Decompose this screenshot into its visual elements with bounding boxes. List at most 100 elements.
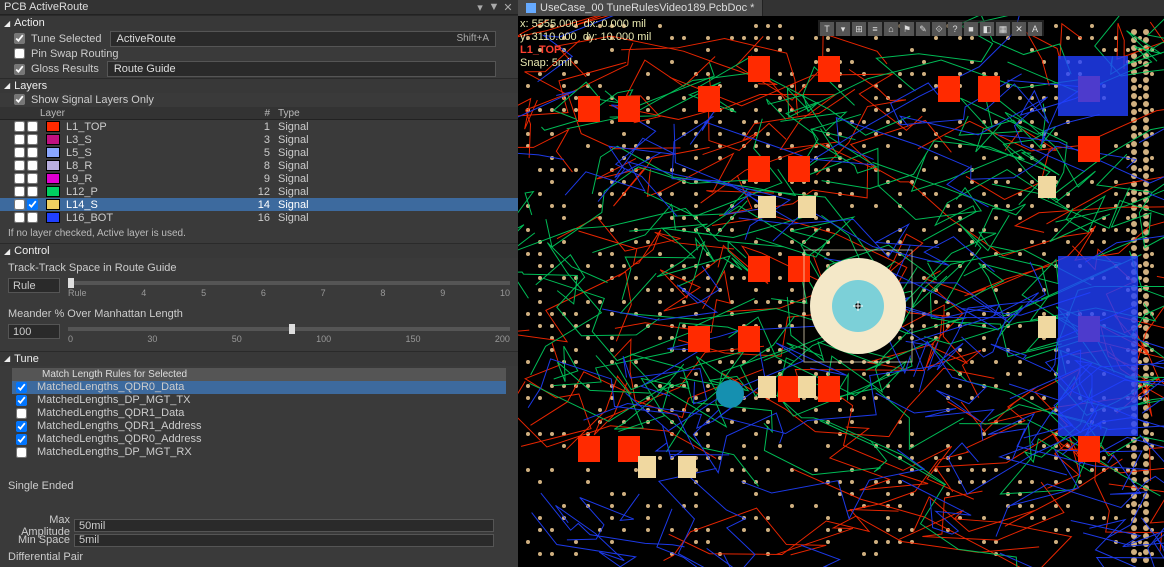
meander-value[interactable]: 100 <box>8 324 60 339</box>
layer-visible-checkbox[interactable] <box>14 121 25 132</box>
layer-color-swatch[interactable] <box>46 186 60 197</box>
layer-row[interactable]: L14_S14Signal <box>0 198 518 211</box>
layer-visible-checkbox[interactable] <box>14 147 25 158</box>
toolbar-button[interactable]: ■ <box>964 22 978 36</box>
tune-rule-row[interactable]: MatchedLengths_QDR0_Data <box>12 381 506 394</box>
toolbar-button[interactable]: ⊞ <box>852 22 866 36</box>
tune-rule-row[interactable]: MatchedLengths_QDR1_Address <box>12 420 506 433</box>
track-space-slider[interactable]: Rule45678910 <box>68 278 510 298</box>
tune-rule-name: MatchedLengths_DP_MGT_RX <box>37 446 192 458</box>
toolbar-button[interactable]: ◧ <box>980 22 994 36</box>
toolbar-button[interactable]: ⌂ <box>884 22 898 36</box>
toolbar-button[interactable]: A <box>1028 22 1042 36</box>
section-action-label: Action <box>14 17 45 29</box>
tune-rule-row[interactable]: MatchedLengths_QDR1_Data <box>12 407 506 420</box>
close-icon[interactable]: ✕ <box>502 1 514 13</box>
view-toolbar: T▾⊞≡⌂⚑✎⟐?■◧▦✕A <box>818 20 1044 36</box>
layer-visible-checkbox[interactable] <box>14 186 25 197</box>
toolbar-button[interactable]: ≡ <box>868 22 882 36</box>
document-tab[interactable]: UseCase_00 TuneRulesVideo189.PcbDoc * <box>518 0 763 16</box>
pin-swap-row: Pin Swap Routing <box>0 47 518 61</box>
min-space-input[interactable]: 5mil <box>74 534 494 547</box>
route-guide-combo[interactable]: Route Guide <box>107 61 496 77</box>
tune-selected-checkbox[interactable] <box>14 33 25 44</box>
layer-visible-checkbox[interactable] <box>14 212 25 223</box>
max-amplitude-input[interactable]: 50mil <box>74 519 494 532</box>
layer-visible-checkbox[interactable] <box>14 134 25 145</box>
toolbar-button[interactable]: ⚑ <box>900 22 914 36</box>
tune-rule-name: MatchedLengths_QDR0_Data <box>37 381 184 393</box>
toolbar-button[interactable]: ⟐ <box>932 22 946 36</box>
dropdown-icon[interactable]: ▼ <box>488 1 500 13</box>
toolbar-button[interactable]: ? <box>948 22 962 36</box>
document-icon <box>526 3 536 13</box>
tune-rule-checkbox[interactable] <box>16 421 27 432</box>
col-type: Type <box>278 108 518 119</box>
toolbar-button[interactable]: ✕ <box>1012 22 1026 36</box>
tune-rule-checkbox[interactable] <box>16 382 27 393</box>
layer-row[interactable]: L9_R9Signal <box>0 172 518 185</box>
section-tune-label: Tune <box>14 353 39 365</box>
route-guide-text: Route Guide <box>114 63 176 75</box>
col-num: # <box>248 108 278 119</box>
layer-select-checkbox[interactable] <box>27 134 38 145</box>
toolbar-button[interactable]: ▾ <box>836 22 850 36</box>
layer-type: Signal <box>278 147 518 159</box>
layer-color-swatch[interactable] <box>46 199 60 210</box>
tune-rule-checkbox[interactable] <box>16 395 27 406</box>
section-control[interactable]: ◢ Control <box>0 243 518 258</box>
layer-row[interactable]: L16_BOT16Signal <box>0 211 518 224</box>
layers-table-body: L1_TOP1SignalL3_S3SignalL5_S5SignalL8_R8… <box>0 120 518 224</box>
layer-row[interactable]: L8_R8Signal <box>0 159 518 172</box>
toolbar-button[interactable]: T <box>820 22 834 36</box>
layer-visible-checkbox[interactable] <box>14 160 25 171</box>
layer-name: L16_BOT <box>66 212 248 224</box>
track-space-value[interactable]: Rule <box>8 278 60 293</box>
tune-rule-row[interactable]: MatchedLengths_QDR0_Address <box>12 433 506 446</box>
tune-rule-checkbox[interactable] <box>16 447 27 458</box>
layer-select-checkbox[interactable] <box>27 186 38 197</box>
layer-color-swatch[interactable] <box>46 147 60 158</box>
section-control-label: Control <box>14 245 49 257</box>
toolbar-button[interactable]: ▦ <box>996 22 1010 36</box>
pcb-canvas[interactable] <box>518 16 1164 567</box>
tune-rule-checkbox[interactable] <box>16 408 27 419</box>
layer-row[interactable]: L5_S5Signal <box>0 146 518 159</box>
action-command-combo[interactable]: ActiveRoute Shift+A <box>110 31 496 47</box>
layer-select-checkbox[interactable] <box>27 212 38 223</box>
pin-icon[interactable]: ▾ <box>474 1 486 13</box>
section-tune[interactable]: ◢ Tune <box>0 351 518 366</box>
toolbar-button[interactable]: ✎ <box>916 22 930 36</box>
layer-visible-checkbox[interactable] <box>14 199 25 210</box>
meander-slider[interactable]: 03050100150200 <box>68 324 510 344</box>
single-ended-label: Single Ended <box>0 476 518 496</box>
layer-select-checkbox[interactable] <box>27 173 38 184</box>
section-layers[interactable]: ◢ Layers <box>0 78 518 93</box>
tune-rule-row[interactable]: MatchedLengths_DP_MGT_RX <box>12 446 506 459</box>
layer-visible-checkbox[interactable] <box>14 173 25 184</box>
layer-color-swatch[interactable] <box>46 160 60 171</box>
gloss-results-row: Gloss Results Route Guide <box>0 61 518 78</box>
layer-name: L14_S <box>66 199 248 211</box>
layer-select-checkbox[interactable] <box>27 160 38 171</box>
layer-row[interactable]: L1_TOP1Signal <box>0 120 518 133</box>
layer-color-swatch[interactable] <box>46 173 60 184</box>
min-space-label: Min Space <box>0 534 70 546</box>
section-action[interactable]: ◢ Action <box>0 15 518 30</box>
layer-select-checkbox[interactable] <box>27 121 38 132</box>
layer-type: Signal <box>278 212 518 224</box>
show-signal-only-checkbox[interactable] <box>14 94 25 105</box>
layer-color-swatch[interactable] <box>46 121 60 132</box>
layer-color-swatch[interactable] <box>46 212 60 223</box>
layer-row[interactable]: L12_P12Signal <box>0 185 518 198</box>
tune-rule-row[interactable]: MatchedLengths_DP_MGT_TX <box>12 394 506 407</box>
layer-row[interactable]: L3_S3Signal <box>0 133 518 146</box>
collapse-icon: ◢ <box>4 19 10 28</box>
layer-select-checkbox[interactable] <box>27 199 38 210</box>
layer-select-checkbox[interactable] <box>27 147 38 158</box>
differential-pair-label: Differential Pair <box>0 547 518 567</box>
tune-rule-checkbox[interactable] <box>16 434 27 445</box>
pin-swap-checkbox[interactable] <box>14 48 25 59</box>
layer-color-swatch[interactable] <box>46 134 60 145</box>
gloss-results-checkbox[interactable] <box>14 64 25 75</box>
